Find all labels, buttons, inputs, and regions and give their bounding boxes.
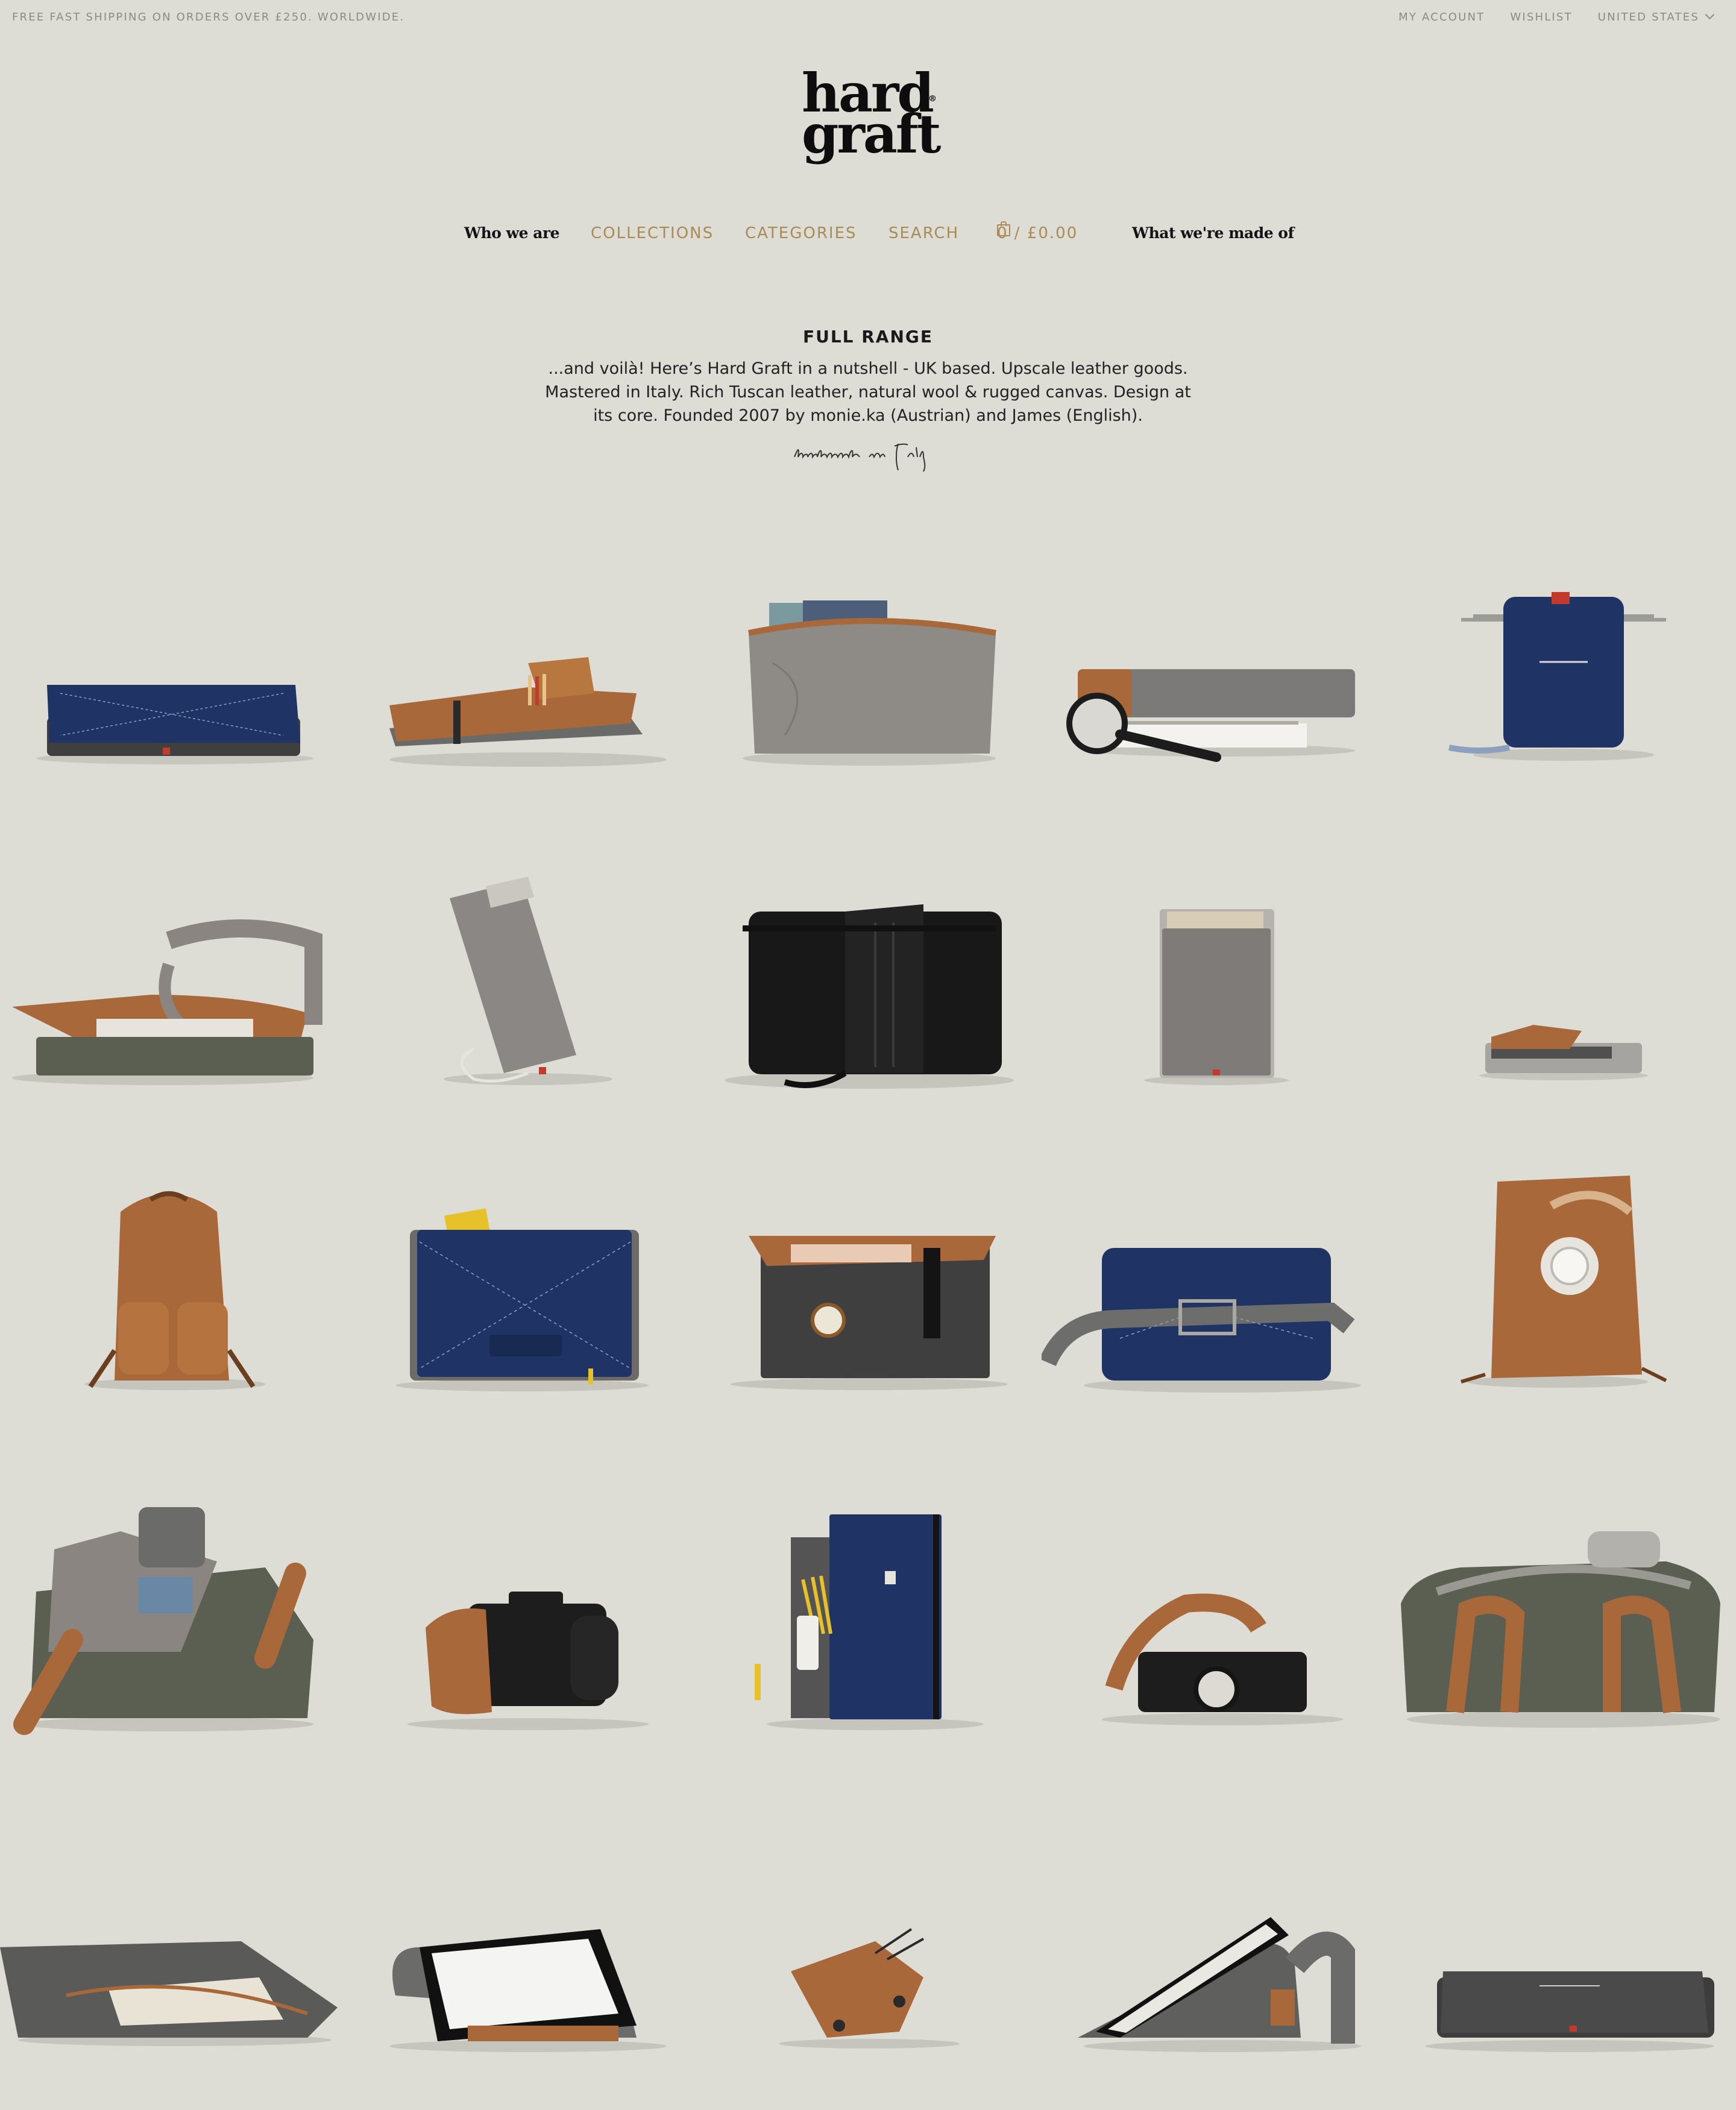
product-tablet-on-felt-stand-side[interactable] (1042, 1797, 1389, 2110)
navy-leather-laptop-sleeve-icon (36, 685, 313, 764)
product-tan-rolltop-bag-with-headphones[interactable] (1389, 1145, 1736, 1459)
flat-felt-wallet-icon (1479, 1025, 1648, 1080)
black-leather-messenger-icon (725, 904, 1014, 1089)
product-felt-zip-pouch[interactable] (0, 1797, 347, 2110)
tablet-on-felt-stand-side-icon (1078, 1917, 1361, 2052)
main-nav: Who we are COLLECTIONS CATEGORIES SEARCH… (0, 221, 1736, 248)
country-selector[interactable]: UNITED STATES (1597, 10, 1715, 24)
product-tan-leather-notebook-folio[interactable] (347, 543, 694, 856)
nav-who-we-are[interactable]: Who we are (464, 224, 560, 242)
registered-mark: ® (928, 94, 937, 104)
gray-phone-sleeve-with-cable-icon (444, 877, 612, 1085)
nav-collections[interactable]: COLLECTIONS (591, 224, 714, 242)
tan-rolltop-bag-with-headphones-icon (1461, 1176, 1667, 1388)
product-navy-leather-laptop-sleeve[interactable] (0, 543, 347, 856)
product-felt-card-wallet[interactable] (1042, 844, 1389, 1157)
country-label: UNITED STATES (1597, 11, 1699, 24)
product-camera-with-tan-strap[interactable] (1042, 1459, 1389, 1772)
product-gray-phone-sleeve-with-cable[interactable] (347, 844, 694, 1157)
product-gray-canvas-zip-pouch[interactable] (694, 543, 1042, 856)
handmade-in-italy-signature (794, 443, 926, 472)
navy-laptop-case-with-strap-icon (1042, 1248, 1361, 1393)
intro-description: ...and voilà! Here’s Hard Graft in a nut… (542, 357, 1194, 427)
my-account-link[interactable]: MY ACCOUNT (1398, 11, 1485, 24)
brand-logo[interactable]: hard graft ® (802, 66, 941, 165)
product-tan-leather-backpack[interactable] (0, 1145, 347, 1459)
navy-pencil-case-with-felt-sleeve-icon (755, 1514, 984, 1730)
intro-line-1: ...and voilà! Here’s Hard Graft in a nut… (548, 359, 1188, 378)
open-canvas-messenger-icon (12, 919, 322, 1085)
wishlist-link[interactable]: WISHLIST (1510, 11, 1572, 24)
chevron-down-icon (1705, 10, 1715, 20)
camera-with-leather-hand-strap-icon (407, 1592, 649, 1730)
navy-phone-pouch-icon (1448, 592, 1666, 761)
product-navy-phone-pouch[interactable] (1389, 543, 1736, 856)
product-tablet-on-felt-stand[interactable] (347, 1797, 694, 2110)
product-felt-sleeve-with-magnifier[interactable] (1042, 543, 1389, 856)
felt-zip-pouch-icon (0, 1941, 338, 2046)
camera-with-tan-strap-icon (1102, 1593, 1343, 1725)
product-flat-felt-wallet[interactable] (1389, 844, 1736, 1157)
gray-leather-laptop-sleeve-icon (1425, 1971, 1714, 2052)
product-black-leather-messenger[interactable] (694, 844, 1042, 1157)
tablet-on-felt-stand-icon (389, 1929, 667, 2052)
felt-briefcase-with-watch-icon (731, 1236, 1008, 1390)
product-open-canvas-messenger[interactable] (0, 844, 347, 1157)
tan-leather-backpack-icon (84, 1191, 265, 1390)
product-navy-pencil-case-with-felt-sleeve[interactable] (694, 1459, 1042, 1772)
cart-total: 0 / £0.00 (997, 224, 1078, 242)
olive-weekender-bag-icon (1401, 1531, 1720, 1728)
page-title: FULL RANGE (802, 327, 934, 347)
product-tan-leather-cord-wrap[interactable] (694, 1797, 1042, 2110)
product-navy-document-folio[interactable] (347, 1145, 694, 1459)
gray-canvas-zip-pouch-icon (743, 600, 996, 766)
product-open-canvas-holdall[interactable] (0, 1459, 347, 1772)
product-navy-laptop-case-with-strap[interactable] (1042, 1145, 1389, 1459)
account-links: MY ACCOUNT WISHLIST UNITED STATES (1398, 10, 1715, 24)
navy-document-folio-icon (395, 1208, 649, 1391)
shipping-banner: FREE FAST SHIPPING ON ORDERS OVER £250. … (12, 11, 405, 24)
product-olive-weekender-bag[interactable] (1389, 1459, 1736, 1772)
product-felt-briefcase-with-watch[interactable] (694, 1145, 1042, 1459)
tan-leather-cord-wrap-icon (779, 1928, 960, 2049)
intro-line-3: its core. Founded 2007 by monie.ka (Aust… (593, 406, 1143, 425)
nav-what-were-made-of[interactable]: What we're made of (1132, 224, 1294, 242)
top-bar: FREE FAST SHIPPING ON ORDERS OVER £250. … (12, 10, 1715, 28)
open-canvas-holdall-icon (13, 1507, 313, 1735)
felt-sleeve-with-magnifier-icon (1066, 669, 1355, 762)
intro-line-2: Mastered in Italy. Rich Tuscan leather, … (545, 383, 1191, 402)
felt-card-wallet-icon (1144, 909, 1289, 1085)
logo-line-2: graft (802, 102, 941, 165)
tan-leather-notebook-folio-icon (389, 657, 667, 767)
product-camera-with-leather-hand-strap[interactable] (347, 1459, 694, 1772)
product-gray-leather-laptop-sleeve[interactable] (1389, 1797, 1736, 2110)
nav-search[interactable]: SEARCH (888, 224, 959, 242)
product-grid (0, 543, 1736, 2052)
nav-categories[interactable]: CATEGORIES (745, 224, 857, 242)
